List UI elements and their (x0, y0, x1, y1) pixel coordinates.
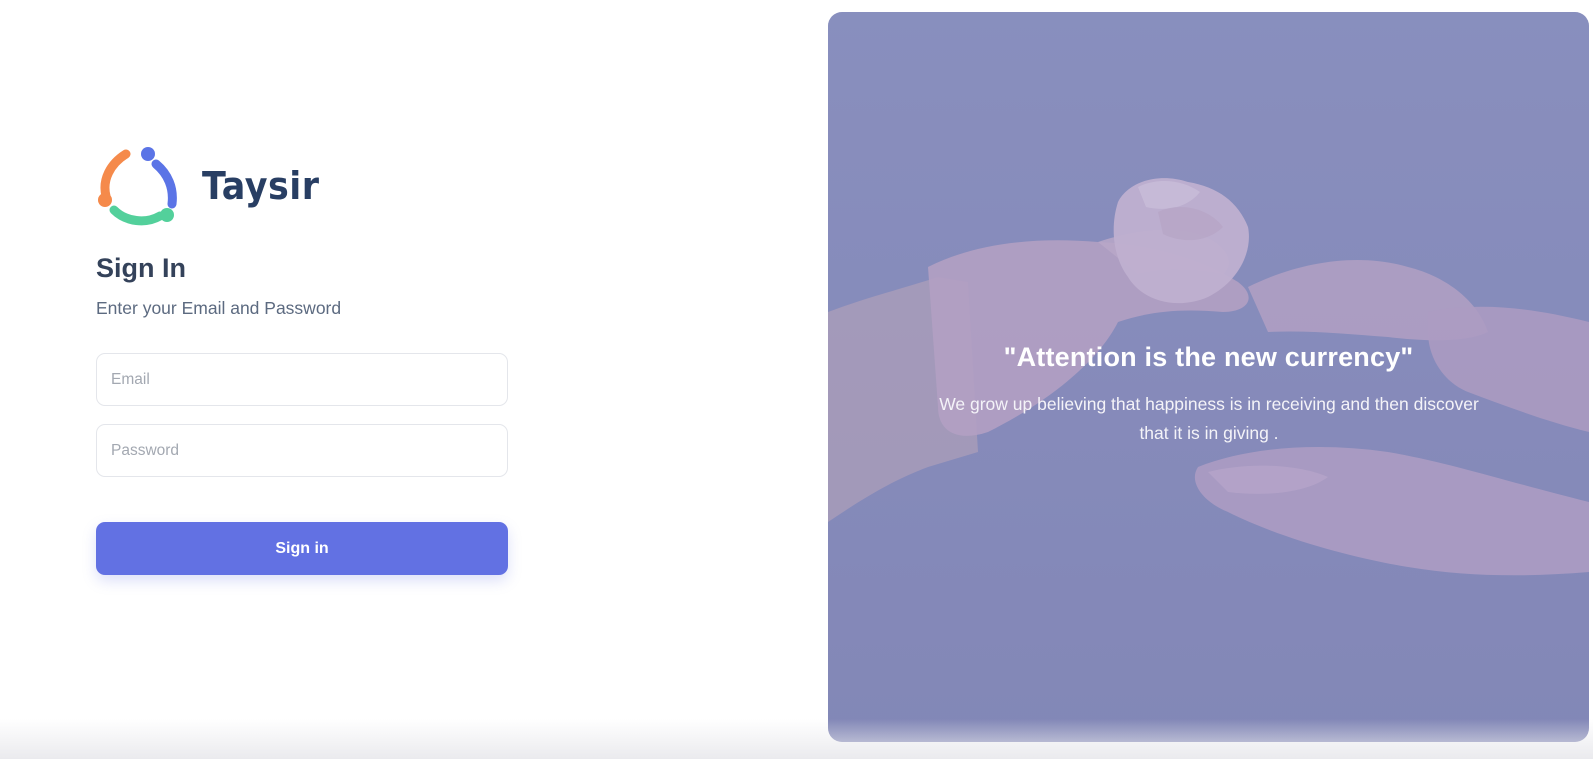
hero-image-panel: "Attention is the new currency" We grow … (828, 12, 1589, 742)
page-title: Sign In (96, 253, 186, 283)
email-field[interactable] (96, 353, 508, 406)
hero-quote-body: We grow up believing that happiness is i… (939, 394, 1479, 443)
taysir-logo-icon (98, 147, 177, 226)
brand-logo-row: Taysir (96, 146, 330, 226)
bottom-edge-shadow (0, 719, 1593, 759)
brand-name: Taysir (202, 164, 320, 208)
sign-in-form-column: Taysir Sign In Enter your Email and Pass… (96, 0, 508, 759)
password-field[interactable] (96, 424, 508, 477)
hands-holding-flower-image (828, 12, 1589, 742)
page-subtitle: Enter your Email and Password (96, 298, 342, 318)
sign-in-page: Taysir Sign In Enter your Email and Pass… (0, 0, 1593, 759)
hero-quote: "Attention is the new currency" (1003, 342, 1414, 372)
sign-in-button[interactable]: Sign in (96, 522, 508, 575)
